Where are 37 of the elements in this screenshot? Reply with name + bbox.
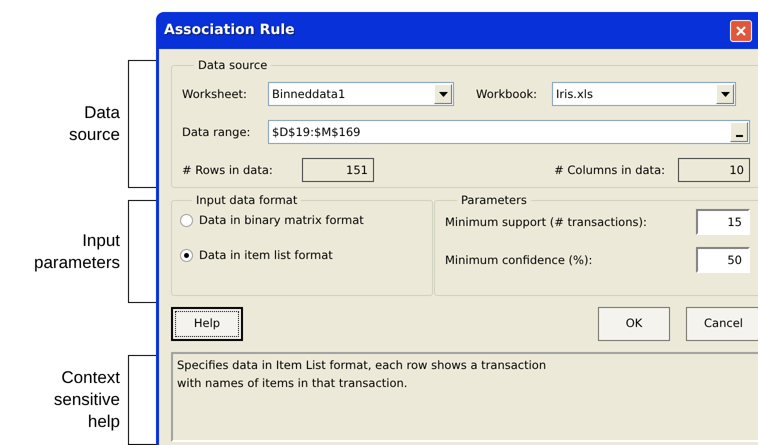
radio-button[interactable] [180,248,193,262]
dialog-button[interactable]: Cancel [686,307,758,341]
annotation-label: Input parameters [34,230,120,274]
field-label: Workbook: [476,86,538,103]
dropdown-button[interactable] [434,84,452,104]
input-field[interactable]: 50 [696,247,750,274]
group-title: Parameters [460,192,528,209]
caret-icon [438,92,448,97]
dropdown-button[interactable] [716,84,734,104]
radio-option[interactable]: Data in item list format [180,246,424,264]
help-text: Specifies data in Item List format, each row shows a transaction with names of items in that transaction. [171,352,758,442]
field-label: Worksheet: [182,86,248,103]
input-field[interactable]: 15 [696,209,750,236]
field-label: Data range: [182,124,252,141]
count-field: 151 [302,158,374,182]
field-label: # Rows in data: [182,162,274,179]
count-field: 10 [678,158,750,182]
annotation-label: Context sensitive help [54,367,120,433]
group-title: Data source [197,57,268,74]
window-title: Association Rule [164,21,295,40]
radio-button[interactable] [180,214,193,228]
caret-icon [720,92,730,97]
field-label: Minimum support (# transactions): [445,214,647,231]
minimize-icon [736,135,742,138]
field-label: # Columns in data: [554,162,665,179]
close-icon [735,24,747,36]
field-label: Minimum confidence (%): [445,252,592,269]
group-title: Input data format [195,192,298,209]
radio-option[interactable]: Data in binary matrix format [180,212,424,230]
range-field[interactable]: $D$19:$M$169 [268,120,750,144]
dialog-button[interactable]: Help [171,307,243,341]
dropdown[interactable]: Binneddata1 [268,82,454,106]
annotation-label: Data source [68,102,120,146]
dialog-button[interactable]: OK [598,307,670,341]
collapse-button[interactable] [730,122,748,142]
dropdown[interactable]: Iris.xls [552,82,736,106]
close-button[interactable] [730,20,752,42]
